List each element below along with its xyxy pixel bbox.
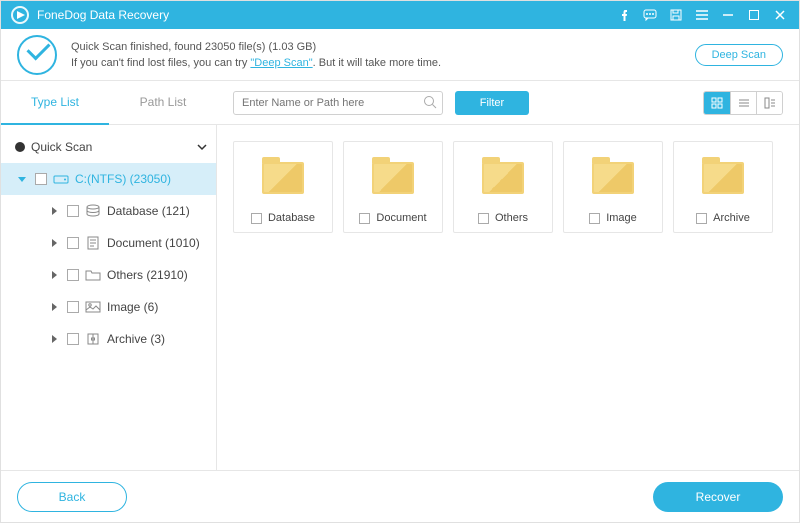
check-complete-icon xyxy=(17,35,57,75)
facebook-icon[interactable] xyxy=(611,1,637,29)
checkbox[interactable] xyxy=(359,213,370,224)
status-line2: If you can't find lost files, you can tr… xyxy=(71,57,441,69)
toolbar: Type List Path List Filter xyxy=(1,81,799,125)
status-strip: Quick Scan finished, found 23050 file(s)… xyxy=(1,29,799,81)
chevron-down-icon[interactable] xyxy=(15,177,29,182)
drive-icon xyxy=(53,173,69,185)
folder-grid: Database Document Others Image Archive xyxy=(217,125,799,470)
save-icon[interactable] xyxy=(663,1,689,29)
folder-icon xyxy=(577,152,649,204)
folder-card[interactable]: Image xyxy=(563,141,663,233)
tree-child-database[interactable]: Database (121) xyxy=(1,195,216,227)
tree-child-archive[interactable]: Archive (3) xyxy=(1,323,216,355)
app-title: FoneDog Data Recovery xyxy=(37,8,169,22)
checkbox[interactable] xyxy=(67,205,79,217)
maximize-button[interactable] xyxy=(741,1,767,29)
search-icon[interactable] xyxy=(423,95,437,109)
checkbox[interactable] xyxy=(478,213,489,224)
checkbox[interactable] xyxy=(67,269,79,281)
status-line2-suffix: . But it will take more time. xyxy=(313,57,441,69)
view-detail-button[interactable] xyxy=(756,92,782,114)
footer: Back Recover xyxy=(1,470,799,522)
menu-icon[interactable] xyxy=(689,1,715,29)
status-line1: Quick Scan finished, found 23050 file(s)… xyxy=(71,41,441,53)
folder-name: Archive xyxy=(713,212,750,224)
document-icon xyxy=(85,236,101,250)
database-icon xyxy=(85,204,101,218)
tree-child-document[interactable]: Document (1010) xyxy=(1,227,216,259)
folder-icon xyxy=(687,152,759,204)
tree-child-label: Archive (3) xyxy=(107,332,208,346)
tree-child-folder[interactable]: Others (21910) xyxy=(1,259,216,291)
folder-icon xyxy=(85,269,101,281)
tree-child-label: Image (6) xyxy=(107,300,208,314)
view-list-button[interactable] xyxy=(730,92,756,114)
chevron-down-icon[interactable] xyxy=(196,141,208,153)
recover-button[interactable]: Recover xyxy=(653,482,783,512)
image-icon xyxy=(85,301,101,313)
view-grid-button[interactable] xyxy=(704,92,730,114)
folder-card[interactable]: Document xyxy=(343,141,443,233)
archive-icon xyxy=(85,332,101,346)
tab-path-list[interactable]: Path List xyxy=(109,81,217,125)
checkbox[interactable] xyxy=(251,213,262,224)
chevron-right-icon[interactable] xyxy=(47,271,61,279)
folder-card[interactable]: Database xyxy=(233,141,333,233)
folder-name: Document xyxy=(376,212,426,224)
minimize-button[interactable] xyxy=(715,1,741,29)
tree-root-label: Quick Scan xyxy=(31,140,196,154)
status-line2-prefix: If you can't find lost files, you can tr… xyxy=(71,57,250,69)
tree-child-label: Document (1010) xyxy=(107,236,208,250)
folder-card[interactable]: Others xyxy=(453,141,553,233)
folder-name: Image xyxy=(606,212,637,224)
tab-type-list[interactable]: Type List xyxy=(1,81,109,125)
filter-button[interactable]: Filter xyxy=(455,91,529,115)
folder-icon xyxy=(247,152,319,204)
main-area: Quick Scan C:(NTFS) (23050) Database (12… xyxy=(1,125,799,470)
sidebar-tree: Quick Scan C:(NTFS) (23050) Database (12… xyxy=(1,125,217,470)
back-button[interactable]: Back xyxy=(17,482,127,512)
search-input[interactable] xyxy=(233,91,443,115)
list-tabs: Type List Path List xyxy=(1,81,217,125)
folder-card[interactable]: Archive xyxy=(673,141,773,233)
tree-drive-c[interactable]: C:(NTFS) (23050) xyxy=(1,163,216,195)
checkbox[interactable] xyxy=(67,301,79,313)
tree-child-label: Database (121) xyxy=(107,204,208,218)
title-bar: FoneDog Data Recovery xyxy=(1,1,799,29)
tree-root-quick-scan[interactable]: Quick Scan xyxy=(1,131,216,163)
folder-name: Others xyxy=(495,212,528,224)
checkbox[interactable] xyxy=(67,237,79,249)
chevron-right-icon[interactable] xyxy=(47,239,61,247)
tree-drive-label: C:(NTFS) (23050) xyxy=(75,172,208,186)
feedback-icon[interactable] xyxy=(637,1,663,29)
checkbox[interactable] xyxy=(67,333,79,345)
chevron-right-icon[interactable] xyxy=(47,303,61,311)
checkbox[interactable] xyxy=(589,213,600,224)
chevron-right-icon[interactable] xyxy=(47,335,61,343)
checkbox[interactable] xyxy=(35,173,47,185)
search-wrapper xyxy=(233,91,443,115)
deep-scan-button[interactable]: Deep Scan xyxy=(695,44,783,66)
close-button[interactable] xyxy=(767,1,793,29)
tree-child-label: Others (21910) xyxy=(107,268,208,282)
tree-child-image[interactable]: Image (6) xyxy=(1,291,216,323)
app-logo-icon xyxy=(11,6,29,24)
bullet-icon xyxy=(15,142,25,152)
folder-name: Database xyxy=(268,212,315,224)
folder-icon xyxy=(357,152,429,204)
chevron-right-icon[interactable] xyxy=(47,207,61,215)
view-switch xyxy=(703,91,783,115)
checkbox[interactable] xyxy=(696,213,707,224)
deep-scan-link[interactable]: "Deep Scan" xyxy=(250,57,312,69)
folder-icon xyxy=(467,152,539,204)
